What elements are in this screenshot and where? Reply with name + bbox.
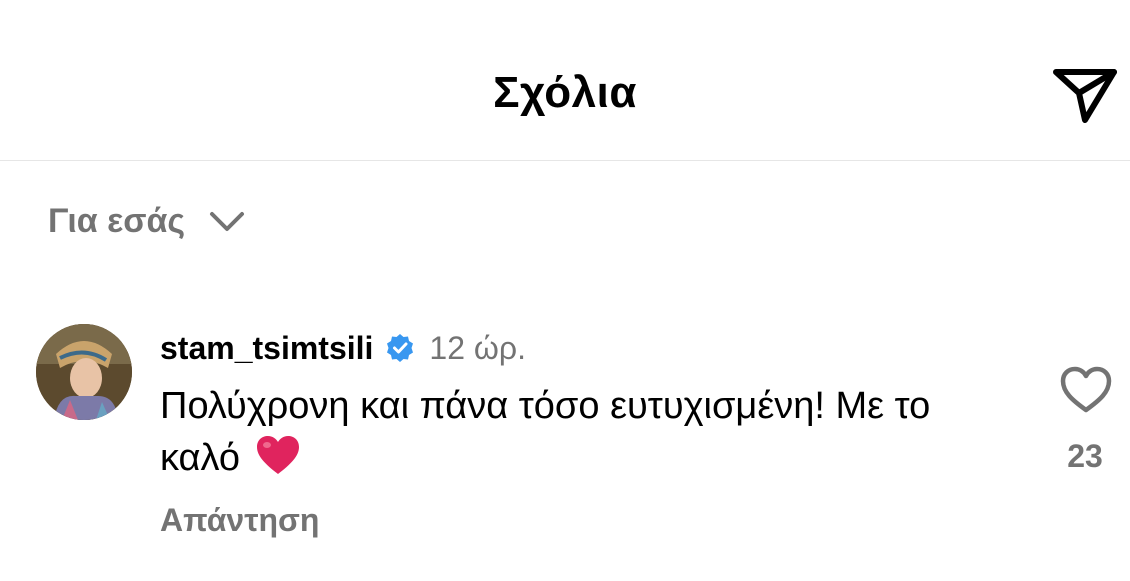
chevron-down-icon [210,212,245,231]
sort-label: Για εσάς [48,201,186,240]
heart-emoji-icon [256,436,299,474]
comment-header: stam_tsimtsili 12 ώρ. [160,326,526,370]
comment-timestamp: 12 ώρ. [429,329,526,366]
reply-button[interactable]: Απάντηση [160,502,319,539]
sort-dropdown[interactable]: Για εσάς [48,196,247,246]
comment-body: Πολύχρονη και πάνα τόσο ευτυχισμένη! Με … [160,380,1020,484]
page-title: Σχόλια [493,68,637,117]
like-count: 23 [1067,438,1103,474]
paper-plane-icon [1053,69,1117,123]
like-button[interactable] [1058,364,1114,416]
share-button[interactable] [1048,60,1122,130]
comments-header: Σχόλια [0,0,1130,161]
avatar[interactable] [36,324,132,420]
username-link[interactable]: stam_tsimtsili [160,330,373,367]
heart-outline-icon [1060,366,1112,413]
verified-badge-icon [387,334,414,362]
comment-item: stam_tsimtsili 12 ώρ. Πολύχρονη και πάνα… [0,320,1130,560]
profile-photo-icon [36,324,132,420]
